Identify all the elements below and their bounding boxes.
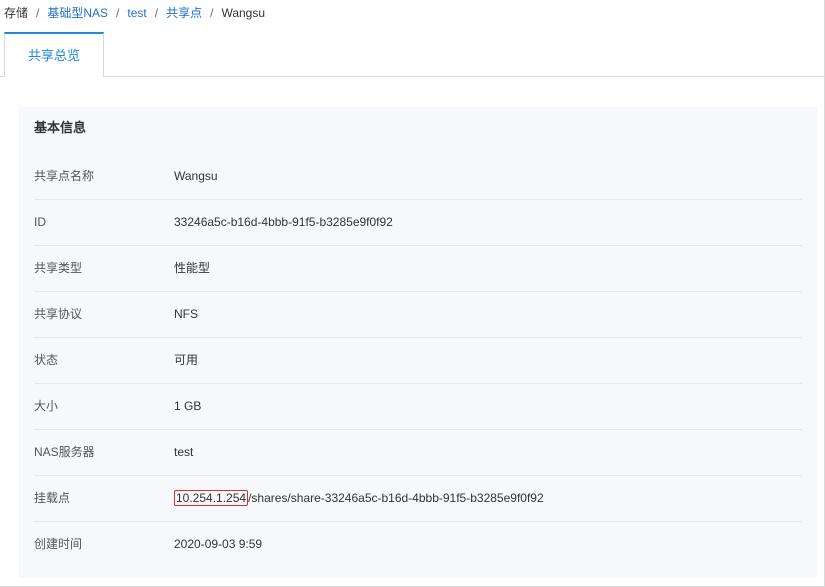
breadcrumb-separator: / (36, 6, 40, 20)
info-label: 状态 (34, 353, 59, 367)
info-list: 共享点名称 Wangsu ID 33246a5c-b16d-4bbb-91f5-… (34, 154, 802, 568)
status-value: 可用 (174, 353, 199, 367)
info-row-nas-server: NAS服务器 test (34, 430, 802, 476)
section-title: 基本信息 (34, 120, 87, 135)
breadcrumb-separator: / (116, 6, 120, 20)
info-label: NAS服务器 (34, 445, 95, 459)
basic-info-panel: 基本信息 共享点名称 Wangsu ID 33246a5c-b16d-4bbb-… (19, 107, 817, 577)
info-value: Wangsu (174, 169, 218, 183)
breadcrumb-root: 存储 (4, 6, 29, 20)
info-label: 大小 (34, 399, 59, 413)
info-row-mount-point: 挂载点 10.254.1.254/shares/share-33246a5c-b… (34, 476, 802, 522)
info-row-size: 大小 1 GB (34, 384, 802, 430)
info-label: ID (34, 215, 46, 229)
info-row-id: ID 33246a5c-b16d-4bbb-91f5-b3285e9f0f92 (34, 200, 802, 246)
tab-bar: 共享总览 (0, 32, 825, 78)
page-frame: 存储 / 基础型NAS / test / 共享点 / Wangsu 共享总览 基本信息 共享点名… (0, 0, 825, 587)
info-label: 共享类型 (34, 261, 83, 275)
breadcrumb-separator: / (154, 6, 159, 20)
info-row-share-name: 共享点名称 Wangsu (34, 154, 802, 200)
breadcrumb-link-basic-nas[interactable]: 基础型NAS (47, 6, 108, 20)
mount-ip-highlight: 10.254.1.254 (174, 490, 249, 506)
info-row-created-time: 创建时间 2020-09-03 9:59 (34, 522, 802, 568)
breadcrumb-link-test[interactable]: test (127, 6, 146, 20)
mount-path: /shares/share-33246a5c-b16d-4bbb-91f5-b3… (248, 491, 544, 505)
breadcrumb-current: Wangsu (221, 6, 266, 20)
info-value: 33246a5c-b16d-4bbb-91f5-b3285e9f0f92 (174, 215, 393, 229)
info-label: 挂载点 (34, 491, 71, 505)
info-row-protocol: 共享协议 NFS (34, 292, 802, 338)
breadcrumb-link-shares[interactable]: 共享点 (166, 6, 202, 20)
info-row-status: 状态 可用 (34, 338, 802, 384)
info-label: 共享协议 (34, 307, 83, 321)
breadcrumb: 存储 / 基础型NAS / test / 共享点 / Wangsu (4, 4, 265, 22)
info-value: 1 GB (174, 399, 202, 413)
mount-point-value: 10.254.1.254/shares/share-33246a5c-b16d-… (174, 476, 544, 520)
tab-share-overview[interactable]: 共享总览 (4, 32, 104, 78)
info-value: test (174, 445, 194, 459)
info-value: 2020-09-03 9:59 (174, 537, 263, 551)
info-value: NFS (174, 307, 198, 321)
info-label: 共享点名称 (34, 169, 95, 183)
info-value: 性能型 (174, 261, 211, 275)
info-row-share-type: 共享类型 性能型 (34, 246, 802, 292)
info-label: 创建时间 (34, 537, 83, 551)
breadcrumb-separator: / (210, 6, 214, 20)
